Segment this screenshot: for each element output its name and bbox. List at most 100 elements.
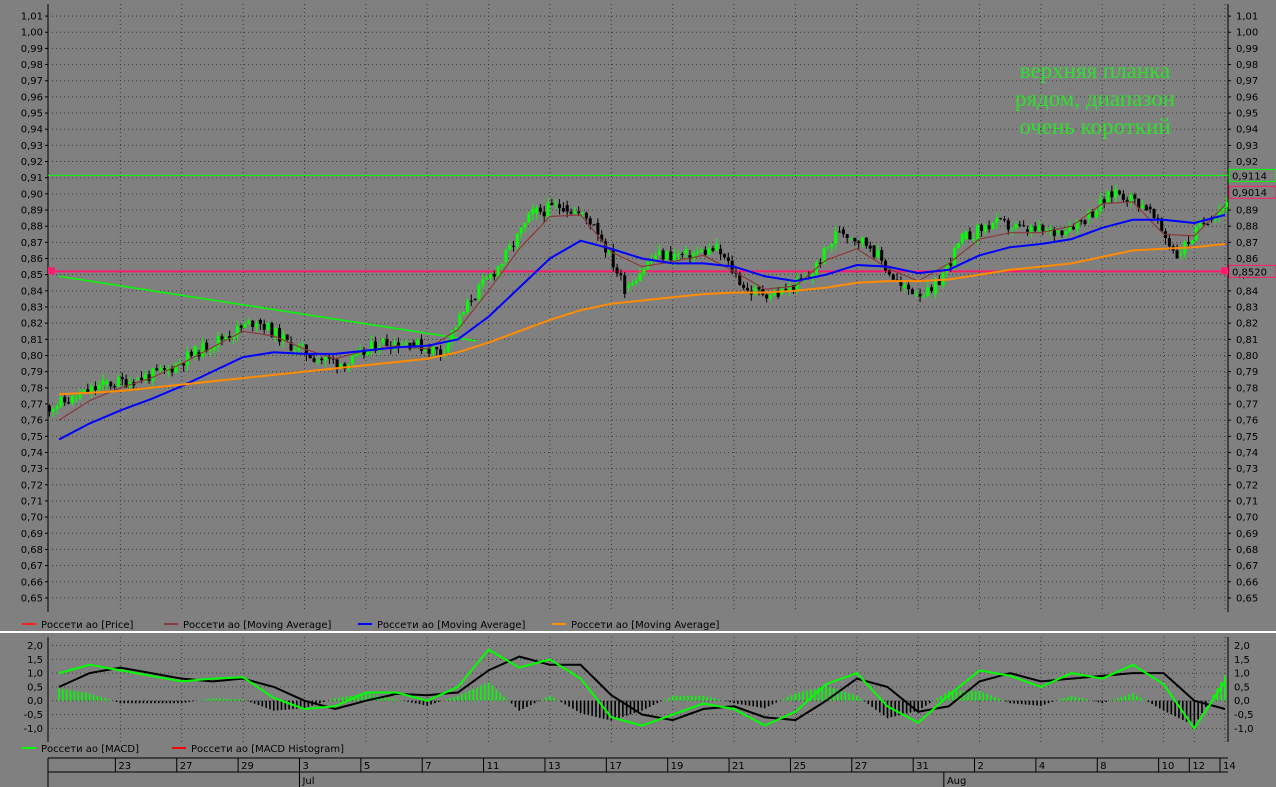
candle-body — [765, 294, 769, 299]
price-tick-label-right: 0,92 — [1236, 157, 1258, 168]
price-tick-label-left: 0,73 — [21, 464, 43, 475]
candle-body — [67, 402, 71, 404]
candle-body — [699, 249, 703, 252]
macd-tick-label-left: -0,5 — [23, 710, 43, 721]
candle-body — [255, 323, 259, 327]
candle-body — [159, 368, 163, 371]
candle-body — [285, 334, 289, 340]
candle-body — [274, 327, 278, 338]
macd-tick-label-left: 2,0 — [27, 641, 43, 652]
candle-body — [293, 349, 297, 351]
candle-body — [1175, 250, 1179, 259]
candle-body — [519, 227, 523, 234]
candle-body — [1133, 194, 1137, 199]
price-tick-label-right: 0,87 — [1236, 238, 1258, 249]
candle-body — [51, 409, 55, 412]
candle-body — [312, 358, 316, 362]
candle-body — [500, 263, 504, 267]
candle-body — [1179, 253, 1183, 256]
date-axis: 23 27 29 3 5 7 11 13 17 19 21 25 27 31 2 4 8 10 12 14 Jul Aug — [47, 757, 1236, 787]
date-tick-label: 3 — [302, 761, 308, 772]
candle-body — [201, 342, 205, 357]
price-tick-label-right: 0,88 — [1236, 222, 1258, 233]
candle-body — [953, 247, 957, 266]
price-tick-label-right: 0,78 — [1236, 383, 1258, 394]
candle-body — [278, 327, 282, 342]
candle-body — [535, 207, 539, 214]
date-tick-label: 27 — [180, 761, 193, 772]
candle-body — [262, 323, 266, 330]
candle-body — [439, 349, 443, 356]
legend-label: Россети ао [MACD] — [41, 744, 139, 755]
candle-body — [642, 269, 646, 274]
candle-body — [627, 285, 631, 288]
macd-panel: -1,0 -0,5 0,0 0,5 1,0 1,5 2,0 -1,0 -0,5 0,0 0,5 1,… — [22, 637, 1254, 755]
candle-body — [968, 231, 972, 240]
candle-body — [412, 342, 416, 346]
candle-body — [692, 253, 696, 260]
candle-body — [162, 368, 166, 370]
price-tick-label-right: 0,98 — [1236, 60, 1258, 71]
candle-body — [1064, 231, 1068, 236]
price-tick-label-right: 0,83 — [1236, 303, 1258, 314]
price-tick-label-left: 0,86 — [21, 254, 43, 265]
candle-body — [523, 222, 527, 228]
price-tick-label-right: 0,95 — [1236, 109, 1258, 120]
candle-body — [903, 284, 907, 288]
price-tick-label-left: 0,97 — [21, 76, 43, 87]
trend-line — [58, 275, 477, 342]
price-tick-label-right: 0,94 — [1236, 125, 1258, 136]
candle-body — [485, 277, 489, 280]
candle-body — [584, 212, 588, 219]
candle-body — [676, 253, 680, 255]
price-tick-label-left: 0,72 — [21, 480, 43, 491]
candle-body — [581, 212, 585, 214]
macd-tick-label-left: 1,5 — [27, 655, 43, 666]
price-tick-label-right: 0,84 — [1236, 286, 1258, 297]
candle-body — [1095, 210, 1099, 218]
date-tick-label: 27 — [855, 761, 868, 772]
candle-body — [845, 234, 849, 239]
month-label: Aug — [947, 776, 967, 787]
candle-body — [1229, 202, 1232, 203]
candle-body — [266, 323, 270, 330]
price-tick-label-left: 0,80 — [21, 351, 43, 362]
candle-body — [926, 287, 930, 296]
candle-body — [93, 386, 97, 390]
candle-body — [960, 233, 964, 244]
price-tick-label-right: 0,97 — [1236, 76, 1258, 87]
candle-body — [830, 243, 834, 248]
candle-body — [1121, 193, 1125, 200]
candle-body — [209, 349, 213, 351]
candle-body — [972, 239, 976, 241]
price-tick-label-right: 0,66 — [1236, 577, 1258, 588]
candle-body — [44, 406, 47, 409]
candle-body — [1002, 218, 1006, 221]
candle-body — [504, 249, 508, 262]
candle-body — [726, 257, 730, 261]
candle-body — [55, 406, 59, 410]
macd-line — [58, 648, 1226, 731]
price-tick-label-left: 0,88 — [21, 222, 43, 233]
price-tick-label-left: 0,78 — [21, 383, 43, 394]
macd-grid — [47, 637, 1229, 742]
price-tick-label-left: 0,79 — [21, 367, 43, 378]
candle-body — [120, 377, 124, 380]
candle-body — [910, 289, 914, 295]
price-tick-label-right: 0,82 — [1236, 319, 1258, 330]
candle-body — [492, 274, 496, 277]
candle-body — [680, 253, 684, 255]
annotation-text: верхняя планка рядом, диапазон очень кор… — [1015, 58, 1175, 139]
date-tick-label: 21 — [732, 761, 745, 772]
annotation-line-2: рядом, диапазон — [1015, 86, 1175, 111]
candle-body — [861, 237, 865, 244]
candle-body — [48, 405, 51, 412]
date-tick-label: 14 — [1223, 761, 1236, 772]
candle-body — [930, 287, 934, 291]
candle-body — [711, 248, 715, 251]
price-tick-label-left: 0,76 — [21, 416, 43, 427]
candle-body — [538, 207, 542, 212]
price-tick-label-right: 0,76 — [1236, 416, 1258, 427]
candle-body — [477, 284, 481, 300]
price-tick-label-left: 0,82 — [21, 319, 43, 330]
